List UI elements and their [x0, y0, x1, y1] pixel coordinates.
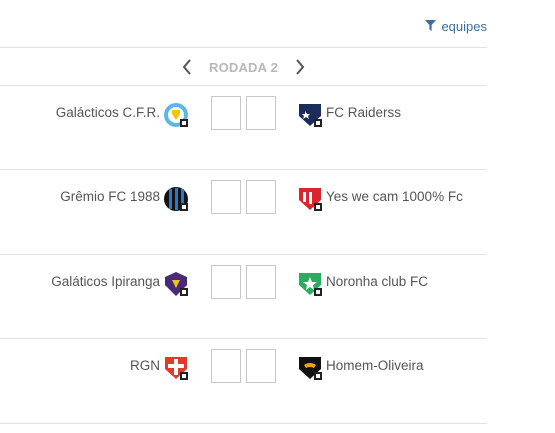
galaticos-ipiranga-crest-icon	[163, 271, 189, 297]
match-row: Grêmio FC 1988 Yes we cam 1000% Fc	[0, 170, 487, 254]
yes-we-cam-crest-icon	[297, 186, 323, 212]
match-row: Galácticos C.F.R. FC Raiderss	[0, 86, 487, 170]
away-score-input[interactable]	[246, 180, 276, 214]
away-score-input[interactable]	[246, 349, 276, 383]
homem-oliveira-crest-icon	[297, 355, 323, 381]
chevron-right-icon	[296, 59, 305, 75]
round-navigation: RODADA 2	[0, 48, 487, 86]
filter-label: equipes	[441, 19, 487, 34]
away-team-name: Noronha club FC	[326, 274, 429, 289]
home-score-input[interactable]	[211, 349, 241, 383]
away-team-name: FC Raiderss	[326, 105, 402, 120]
home-team-name: Grêmio FC 1988	[60, 189, 160, 204]
home-team-name: Galácticos C.F.R.	[55, 105, 160, 120]
home-team-name: Galáticos Ipiranga	[51, 274, 160, 289]
noronha-club-crest-icon	[297, 271, 323, 297]
away-score-input[interactable]	[246, 96, 276, 130]
fc-raiderss-crest-icon	[297, 102, 323, 128]
away-score-input[interactable]	[246, 265, 276, 299]
round-label: RODADA 2	[208, 59, 278, 75]
chevron-left-icon	[182, 59, 191, 75]
divider	[0, 423, 487, 424]
home-score-input[interactable]	[211, 180, 241, 214]
previous-round-button[interactable]	[177, 57, 197, 77]
home-score-input[interactable]	[211, 265, 241, 299]
filter-icon	[425, 19, 437, 34]
away-team-name: Yes we cam 1000% Fc	[326, 189, 463, 204]
gremio-fc-1988-crest-icon	[163, 186, 189, 212]
rgn-crest-icon	[163, 355, 189, 381]
home-team-name: RGN	[130, 358, 160, 373]
galacticos-cfr-crest-icon	[163, 102, 189, 128]
home-score-input[interactable]	[211, 96, 241, 130]
next-round-button[interactable]	[290, 57, 310, 77]
away-team-name: Homem-Oliveira	[326, 358, 424, 373]
filter-teams-button[interactable]: equipes	[425, 19, 487, 34]
match-row: RGN Homem-Oliveira	[0, 339, 487, 423]
match-row: Galáticos Ipiranga Noronha club FC	[0, 255, 487, 339]
